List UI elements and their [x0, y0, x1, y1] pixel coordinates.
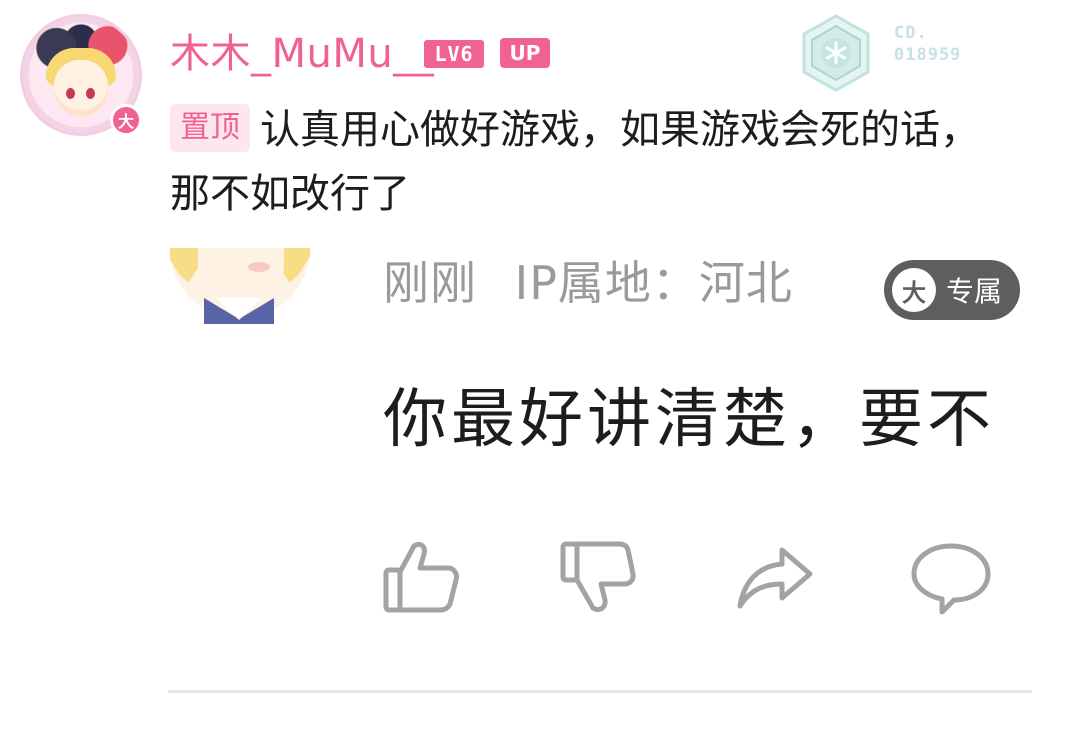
reply-avatar-blush [248, 262, 270, 272]
up-badge: UP [500, 38, 550, 68]
reply-meta: 刚刚 IP属地：河北 [383, 250, 793, 316]
fan-medal-icon[interactable] [800, 14, 872, 92]
reply-ip-location: IP属地：河北 [514, 256, 793, 310]
user-avatar[interactable]: 大 [20, 14, 142, 136]
dislike-button[interactable] [557, 536, 639, 618]
avatar-member-badge: 大 [110, 104, 142, 136]
share-icon [737, 547, 813, 609]
reply-timestamp: 刚刚 [383, 256, 477, 310]
exclusive-label: 专属 [946, 275, 1003, 308]
exclusive-badge[interactable]: 大 专属 [884, 260, 1020, 320]
share-button[interactable] [734, 536, 816, 618]
comment-text: 认真用心做好游戏，如果游戏会死的话，那不如改行了 [170, 107, 980, 217]
comment-body: 置顶 认真用心做好游戏，如果游戏会死的话，那不如改行了 [170, 98, 1010, 226]
like-button[interactable] [380, 536, 462, 618]
username[interactable]: 木木_MuMu__ [170, 28, 434, 80]
avatar-eye [86, 88, 95, 99]
reply-avatar[interactable] [170, 248, 310, 324]
avatar-eye [66, 88, 75, 99]
thumbs-up-icon [383, 541, 459, 613]
level-badge: LV6 [424, 40, 484, 68]
big-member-icon: 大 [892, 268, 936, 312]
medal-serial-number: 018959 [894, 45, 962, 65]
medal-serial-prefix: CD. [894, 23, 928, 43]
medal-serial: CD. 018959 [894, 22, 994, 66]
divider [168, 690, 1032, 693]
thumbs-down-icon [560, 541, 636, 613]
comment-thread: 大 木木_MuMu__ LV6 UP CD. 018959 置顶 认真用心做好游戏… [0, 0, 1080, 732]
reply-button[interactable] [910, 536, 992, 618]
reply-text: 你最好讲清楚，要不 [383, 383, 995, 457]
avatar-face [54, 60, 108, 116]
comment-icon [911, 543, 991, 615]
pinned-tag: 置顶 [170, 104, 250, 152]
